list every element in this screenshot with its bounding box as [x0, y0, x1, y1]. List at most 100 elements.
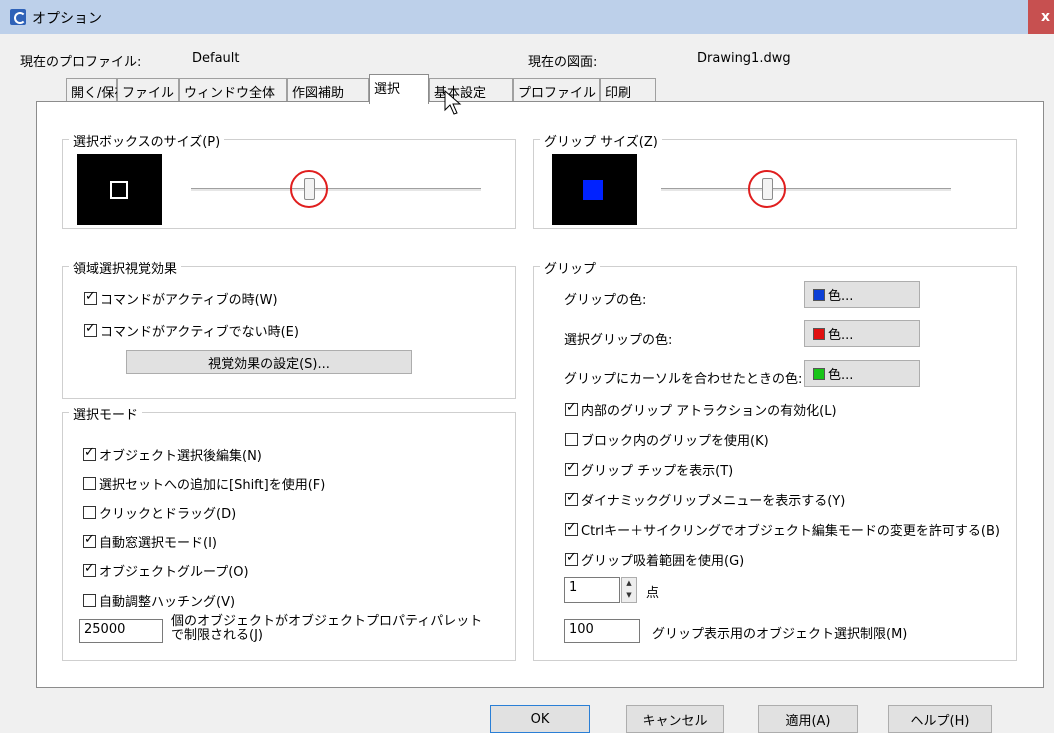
- selection-preview-group: 領域選択視覚効果 コマンドがアクティブの時(W) コマンドがアクティブでない時(…: [62, 258, 516, 399]
- grip-object-limit-input[interactable]: 100: [564, 619, 640, 643]
- drawing-value: Drawing1.dwg: [697, 51, 791, 66]
- profile-label: 現在のプロファイル:: [20, 55, 142, 70]
- tab-drafting[interactable]: 作図補助: [287, 78, 369, 102]
- checkbox-grip-attraction[interactable]: 内部のグリップ アトラクションの有効化(L): [565, 400, 837, 419]
- checkbox-box[interactable]: [84, 321, 97, 337]
- hover-grip-color-button[interactable]: 色...: [804, 360, 920, 387]
- property-palette-limit-label: 個のオブジェクトがオブジェクトプロパティパレット で制限される(J): [171, 615, 482, 643]
- grip-size-group: グリップ サイズ(Z): [533, 131, 1017, 229]
- highlight-ring: [290, 170, 328, 208]
- checkbox-label: ダイナミックグリップメニューを表示する(Y): [581, 494, 846, 509]
- checkbox-box[interactable]: [565, 520, 578, 536]
- color-swatch: [813, 367, 825, 380]
- checkbox-label: 自動窓選択モード(I): [99, 536, 217, 551]
- mouse-cursor-icon: [444, 90, 462, 115]
- selection-preview-title: 領域選択視覚効果: [69, 258, 182, 277]
- profile-value: Default: [192, 51, 240, 66]
- selected-grip-color-label: 選択グリップの色:: [564, 333, 673, 348]
- checkbox-box[interactable]: [565, 433, 578, 446]
- pickbox-size-group: 選択ボックスのサイズ(P): [62, 131, 516, 229]
- checkbox-label: 選択セットへの追加に[Shift]を使用(F): [99, 478, 326, 493]
- checkbox-grips-in-blocks[interactable]: ブロック内のグリップを使用(K): [565, 430, 769, 449]
- checkbox-implied-windowing[interactable]: 自動窓選択モード(I): [83, 532, 217, 551]
- selection-modes-group: 選択モード オブジェクト選択後編集(N) 選択セットへの追加に[Shift]を使…: [62, 404, 516, 661]
- checkbox-associative-hatch[interactable]: 自動調整ハッチング(V): [83, 591, 235, 610]
- spinner-down-icon[interactable]: ▼: [622, 590, 636, 602]
- grip-slider-track[interactable]: [661, 188, 951, 192]
- grips-group: グリップ グリップの色: 色... 選択グリップの色: 色... グリップにカー…: [533, 258, 1017, 661]
- property-palette-limit-input[interactable]: 25000: [79, 619, 163, 643]
- checkbox-box[interactable]: [83, 594, 96, 607]
- limit-label-line2: で制限される(J): [171, 628, 263, 643]
- checkbox-box[interactable]: [83, 561, 96, 577]
- help-button[interactable]: ヘルプ(H): [888, 705, 992, 733]
- grip-square: [583, 180, 603, 200]
- grip-points-input[interactable]: 1: [564, 577, 620, 603]
- checkbox-label: Ctrlキー＋サイクリングでオブジェクト編集モードの変更を許可する(B): [581, 524, 1000, 539]
- checkbox-label: オブジェクトグループ(O): [99, 565, 249, 580]
- selection-tab-panel: 選択ボックスのサイズ(P) グリップ サイズ(Z) 領域選択視覚効果 コマンドが…: [36, 101, 1044, 688]
- ok-button[interactable]: OK: [490, 705, 590, 733]
- checkbox-ctrl-cycling[interactable]: Ctrlキー＋サイクリングでオブジェクト編集モードの変更を許可する(B): [565, 520, 1000, 539]
- checkbox-dynamic-grip-menu[interactable]: ダイナミックグリップメニューを表示する(Y): [565, 490, 845, 509]
- checkbox-no-command[interactable]: コマンドがアクティブでない時(E): [84, 321, 299, 340]
- cancel-button[interactable]: キャンセル: [626, 705, 724, 733]
- grip-color-label: グリップの色:: [564, 293, 647, 308]
- apply-button[interactable]: 適用(A): [758, 705, 858, 733]
- grip-color-button[interactable]: 色...: [804, 281, 920, 308]
- checkbox-box[interactable]: [565, 550, 578, 566]
- tab-plot[interactable]: 印刷: [600, 78, 656, 102]
- checkbox-press-and-drag[interactable]: クリックとドラッグ(D): [83, 503, 236, 522]
- selection-modes-title: 選択モード: [69, 404, 143, 423]
- checkbox-active-command[interactable]: コマンドがアクティブの時(W): [84, 289, 278, 308]
- title-bar: オプション x: [0, 0, 1054, 34]
- grip-points-spinner[interactable]: ▲ ▼: [621, 577, 637, 603]
- visual-effect-settings-button[interactable]: 視覚効果の設定(S)...: [126, 350, 412, 374]
- color-button-label: 色...: [828, 328, 854, 343]
- close-button[interactable]: x: [1028, 0, 1054, 34]
- checkbox-label: 自動調整ハッチング(V): [99, 595, 236, 610]
- app-icon: [10, 9, 26, 25]
- window-title: オプション: [32, 11, 102, 27]
- checkbox-noun-verb[interactable]: オブジェクト選択後編集(N): [83, 445, 262, 464]
- tab-open-save[interactable]: 開く/保存: [66, 78, 127, 102]
- checkbox-label: グリップ チップを表示(T): [581, 464, 734, 479]
- color-swatch: [813, 327, 825, 340]
- hover-grip-color-label: グリップにカーソルを合わせたときの色:: [564, 372, 803, 387]
- pickbox-size-title: 選択ボックスのサイズ(P): [69, 131, 225, 150]
- grip-preview: [552, 154, 637, 225]
- pickbox-preview: [77, 154, 162, 225]
- checkbox-grip-tips[interactable]: グリップ チップを表示(T): [565, 460, 733, 479]
- checkbox-box[interactable]: [83, 445, 96, 461]
- checkbox-object-grouping[interactable]: オブジェクトグループ(O): [83, 561, 249, 580]
- checkbox-box[interactable]: [565, 490, 578, 506]
- tab-user-preferences[interactable]: 基本設定: [429, 78, 513, 102]
- tab-display[interactable]: ウィンドウ全体: [179, 78, 287, 102]
- grip-object-limit-label: グリップ表示用のオブジェクト選択制限(M): [652, 627, 908, 642]
- checkbox-label: コマンドがアクティブでない時(E): [100, 325, 299, 340]
- checkbox-box[interactable]: [84, 289, 97, 305]
- checkbox-shift-to-add[interactable]: 選択セットへの追加に[Shift]を使用(F): [83, 474, 325, 493]
- grips-title: グリップ: [540, 258, 601, 277]
- checkbox-box[interactable]: [565, 400, 578, 416]
- drawing-label: 現在の図面:: [528, 55, 598, 70]
- spinner-up-icon[interactable]: ▲: [622, 578, 636, 590]
- pickbox-slider-track[interactable]: [191, 188, 481, 192]
- selected-grip-color-button[interactable]: 色...: [804, 320, 920, 347]
- color-button-label: 色...: [828, 289, 854, 304]
- pickbox-square: [110, 181, 128, 199]
- tab-selection[interactable]: 選択: [369, 74, 429, 104]
- checkbox-box[interactable]: [83, 477, 96, 490]
- grip-points-unit: 点: [646, 586, 660, 601]
- checkbox-box[interactable]: [83, 532, 96, 548]
- tab-profiles[interactable]: プロファイル: [513, 78, 600, 102]
- checkbox-box[interactable]: [83, 506, 96, 519]
- limit-label-line1: 個のオブジェクトがオブジェクトプロパティパレット: [171, 614, 483, 629]
- highlight-ring: [748, 170, 786, 208]
- checkbox-grip-snap-range[interactable]: グリップ吸着範囲を使用(G): [565, 550, 744, 569]
- checkbox-label: グリップ吸着範囲を使用(G): [581, 554, 745, 569]
- tab-files[interactable]: ファイル: [117, 78, 179, 102]
- checkbox-box[interactable]: [565, 460, 578, 476]
- checkbox-label: ブロック内のグリップを使用(K): [581, 434, 769, 449]
- color-button-label: 色...: [828, 368, 854, 383]
